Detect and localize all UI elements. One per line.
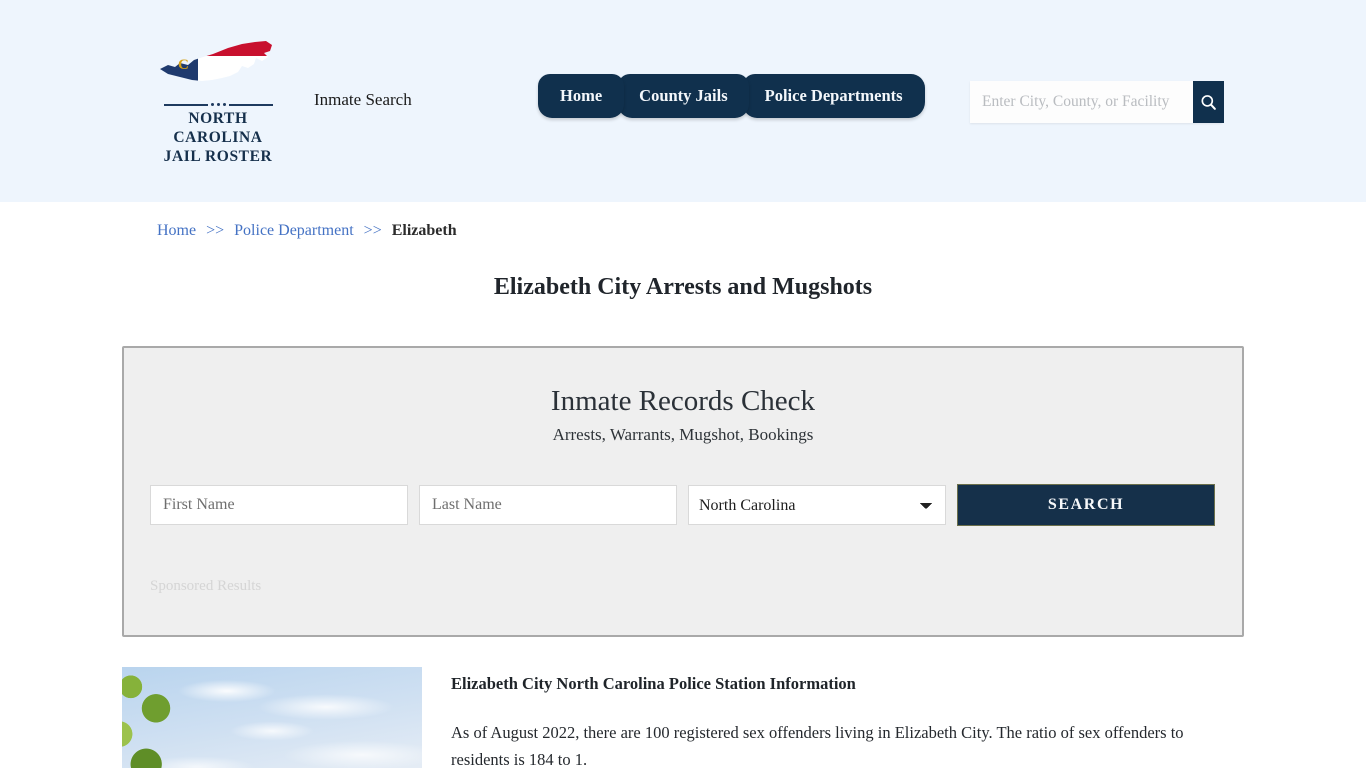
site-tagline: Inmate Search [314,90,412,109]
records-check-title: Inmate Records Check [550,385,816,417]
records-search-button[interactable]: SEARCH [957,484,1215,526]
breadcrumb-item-current: Elizabeth [391,222,457,239]
breadcrumb-separator: >> [363,222,382,239]
nav-tab-police-departments[interactable]: Police Departments [742,74,925,118]
logo-divider [158,103,278,106]
logo-text-line1: NORTH CAROLINA [173,110,263,146]
north-carolina-map-icon: C [160,41,272,81]
main-navigation: Home County Jails Police Departments [538,74,925,118]
police-station-info-section: Elizabeth City North Carolina Police Sta… [122,667,1244,768]
svg-text:C: C [178,57,189,73]
page-title: Elizabeth City Arrests and Mugshots [493,274,873,300]
search-icon [1201,94,1216,110]
nav-tab-county-jails[interactable]: County Jails [618,74,749,118]
header-search-input[interactable] [970,81,1193,123]
last-name-input[interactable] [419,485,677,525]
divider-bar-left [163,103,208,106]
content-heading: Elizabeth City North Carolina Police Sta… [451,674,856,693]
divider-dot [216,103,220,106]
header-search [970,81,1224,123]
records-check-form: North Carolina SEARCH [124,484,1242,526]
logo-text-line2: JAIL ROSTER [163,147,273,165]
breadcrumb-separator: >> [206,222,225,239]
breadcrumb-item-police-department[interactable]: Police Department [234,222,354,239]
site-header: C NORTH CAROLINA JAIL ROSTER Inmate Sear… [0,0,1366,202]
state-select[interactable]: North Carolina [688,485,946,525]
site-logo[interactable]: C NORTH CAROLINA JAIL ROSTER [150,36,286,167]
divider-bar-right [228,103,273,106]
divider-dot [222,103,226,106]
records-check-subtitle: Arrests, Warrants, Mugshot, Bookings [552,425,814,444]
nav-tab-home[interactable]: Home [538,74,625,118]
inmate-records-check-panel: Inmate Records Check Arrests, Warrants, … [122,346,1244,637]
header-search-button[interactable] [1193,81,1224,123]
divider-dot [210,103,214,106]
content-body: As of August 2022, there are 100 registe… [451,723,1184,768]
sponsored-results-label: Sponsored Results [150,578,262,594]
photo-tree [122,667,240,768]
breadcrumb-item-home[interactable]: Home [157,222,196,239]
first-name-input[interactable] [150,485,408,525]
breadcrumb: Home >> Police Department >> Elizabeth [0,202,1366,240]
police-station-photo [122,667,422,768]
